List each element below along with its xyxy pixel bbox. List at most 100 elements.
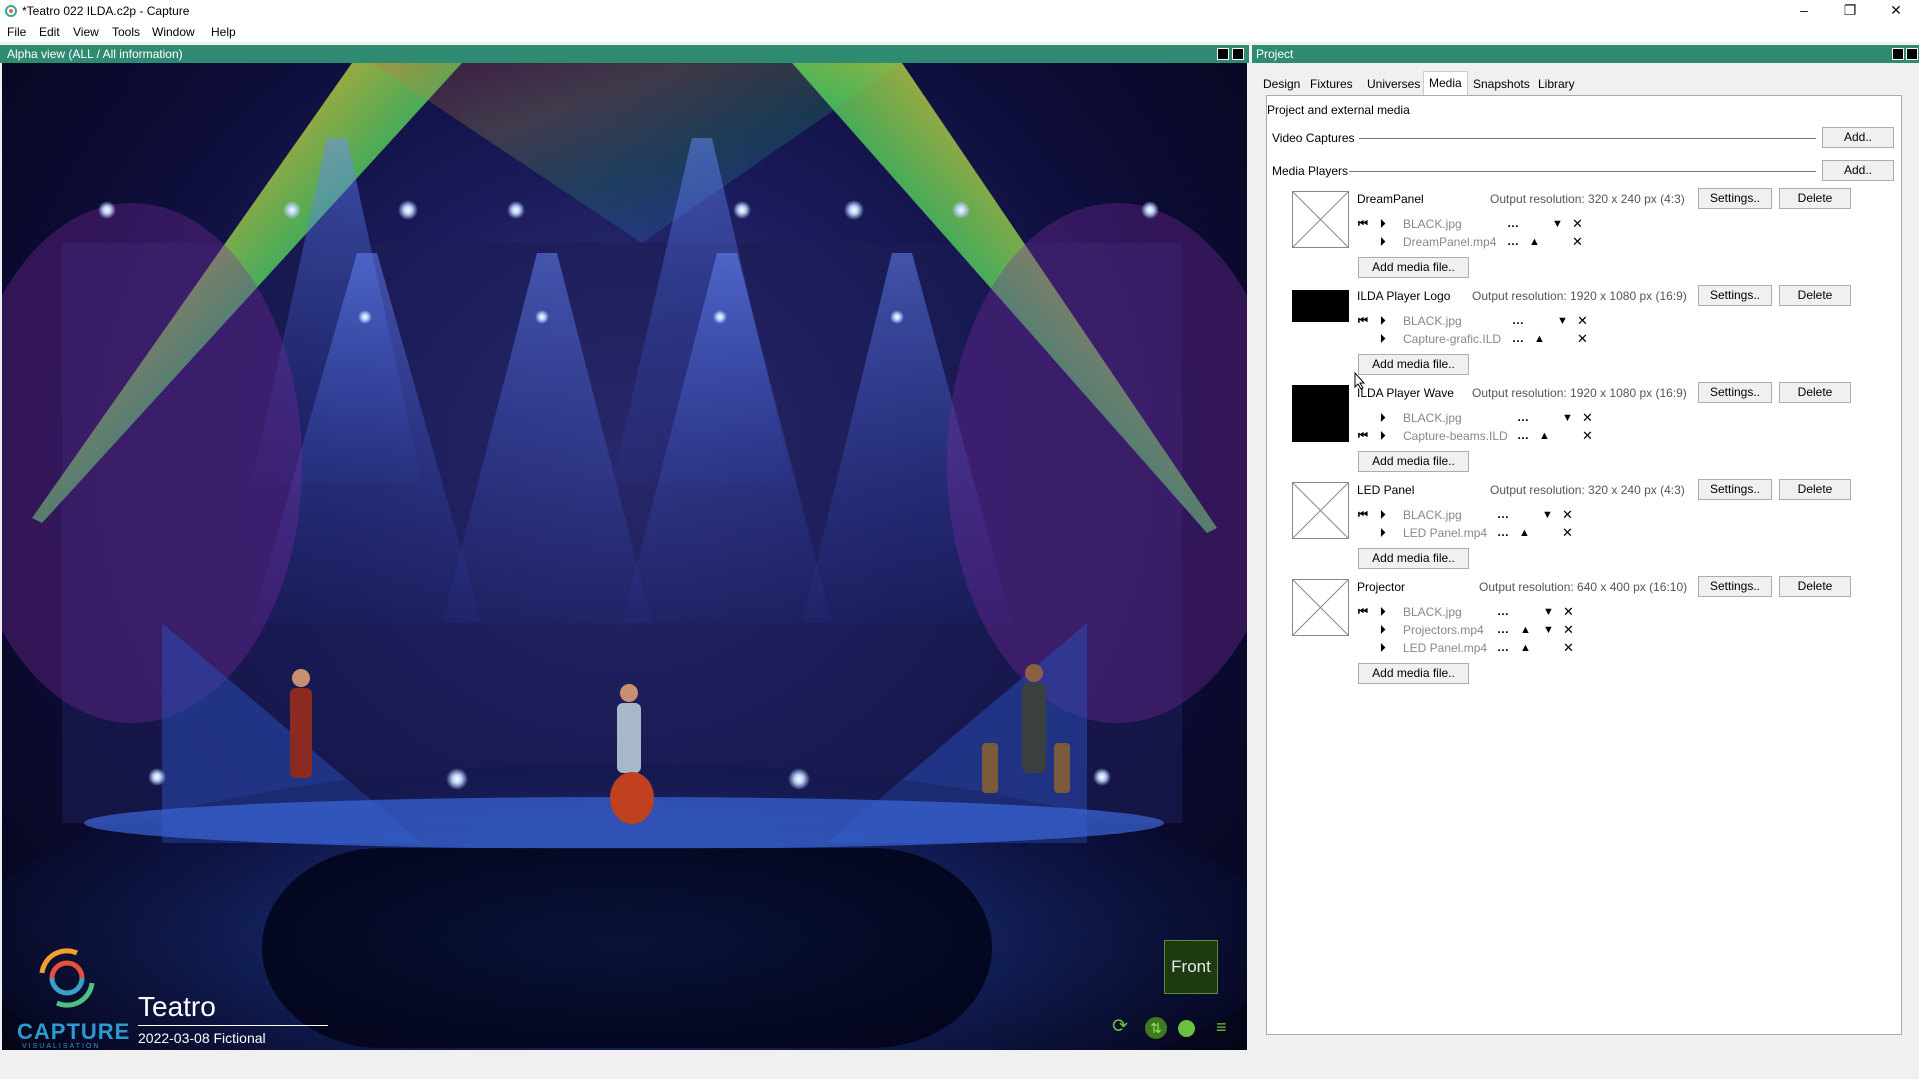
capture-logo-subtext: VISUALISATION	[22, 1043, 101, 1050]
move-down-icon[interactable]: ▼	[1557, 315, 1568, 327]
add-media-file-button[interactable]: Add media file..	[1358, 548, 1469, 569]
move-down-icon[interactable]: ▼	[1552, 218, 1563, 230]
tab-snapshots[interactable]: Snapshots	[1468, 73, 1535, 95]
browse-icon[interactable]: …	[1507, 235, 1519, 247]
player-resolution: Output resolution: 640 x 400 px (16:10)	[1479, 580, 1688, 594]
menu-icon[interactable]: ≡	[1216, 1017, 1227, 1037]
rewind-icon[interactable]: ⏮	[1358, 430, 1368, 442]
menu-window[interactable]: Window	[152, 25, 195, 39]
move-up-icon[interactable]: ▲	[1520, 624, 1531, 636]
minimize-button[interactable]: –	[1781, 0, 1827, 22]
move-up-icon[interactable]: ▲	[1519, 527, 1530, 539]
play-icon[interactable]: ⏵	[1380, 642, 1386, 654]
tab-design[interactable]: Design	[1258, 73, 1305, 95]
tab-media[interactable]: Media	[1423, 71, 1468, 95]
player-delete-button[interactable]: Delete	[1779, 285, 1851, 306]
window-title: *Teatro 022 ILDA.c2p - Capture	[22, 4, 190, 18]
remove-file-icon[interactable]: ✕	[1582, 429, 1593, 442]
add-video-capture-button[interactable]: Add..	[1822, 127, 1894, 148]
move-down-icon[interactable]: ▼	[1543, 606, 1554, 618]
play-icon[interactable]: ⏵	[1380, 606, 1386, 618]
close-button[interactable]: ✕	[1873, 0, 1919, 22]
player-settings-button[interactable]: Settings..	[1698, 188, 1772, 209]
browse-icon[interactable]: …	[1497, 526, 1509, 538]
player-settings-button[interactable]: Settings..	[1698, 576, 1772, 597]
add-media-file-button[interactable]: Add media file..	[1358, 354, 1469, 375]
browse-icon[interactable]: …	[1497, 605, 1509, 617]
tab-library[interactable]: Library	[1533, 73, 1580, 95]
view-front-button[interactable]: Front	[1164, 940, 1218, 994]
player-delete-button[interactable]: Delete	[1779, 576, 1851, 597]
player-settings-button[interactable]: Settings..	[1698, 479, 1772, 500]
maximize-panel-button[interactable]	[1232, 48, 1244, 60]
remove-file-icon[interactable]: ✕	[1582, 411, 1593, 424]
tab-universes[interactable]: Universes	[1362, 73, 1425, 95]
move-down-icon[interactable]: ▼	[1562, 412, 1573, 424]
remove-file-icon[interactable]: ✕	[1562, 508, 1573, 521]
play-icon[interactable]: ⏵	[1380, 218, 1386, 230]
move-up-icon[interactable]: ▲	[1520, 642, 1531, 654]
play-icon[interactable]: ⏵	[1380, 315, 1386, 327]
browse-icon[interactable]: …	[1507, 217, 1519, 229]
remove-file-icon[interactable]: ✕	[1577, 314, 1588, 327]
browse-icon[interactable]: …	[1497, 508, 1509, 520]
player-delete-button[interactable]: Delete	[1779, 479, 1851, 500]
project-header: Project	[1252, 45, 1919, 63]
rewind-icon[interactable]: ⏮	[1358, 606, 1368, 618]
play-icon[interactable]: ⏵	[1380, 624, 1386, 636]
tab-fixtures[interactable]: Fixtures	[1305, 73, 1358, 95]
add-media-file-button[interactable]: Add media file..	[1358, 451, 1469, 472]
remove-file-icon[interactable]: ✕	[1572, 217, 1583, 230]
add-media-file-button[interactable]: Add media file..	[1358, 663, 1469, 684]
browse-icon[interactable]: …	[1512, 332, 1524, 344]
float-project-button[interactable]	[1892, 48, 1904, 60]
remove-file-icon[interactable]: ✕	[1577, 332, 1588, 345]
play-icon[interactable]: ⏵	[1380, 509, 1386, 521]
alpha-view-header: Alpha view (ALL / All information)	[0, 45, 1249, 63]
browse-icon[interactable]: …	[1497, 641, 1509, 653]
menu-edit[interactable]: Edit	[39, 25, 60, 39]
play-icon[interactable]: ⏵	[1380, 236, 1386, 248]
remove-file-icon[interactable]: ✕	[1572, 235, 1583, 248]
player-settings-button[interactable]: Settings..	[1698, 285, 1772, 306]
remove-file-icon[interactable]: ✕	[1562, 526, 1573, 539]
player-name: Projector	[1357, 580, 1406, 594]
move-up-icon[interactable]: ▲	[1534, 333, 1545, 345]
menu-view[interactable]: View	[73, 25, 99, 39]
float-panel-button[interactable]	[1217, 48, 1229, 60]
menu-help[interactable]: Help	[211, 25, 236, 39]
remove-file-icon[interactable]: ✕	[1563, 605, 1574, 618]
player-resolution: Output resolution: 320 x 240 px (4:3)	[1490, 483, 1685, 497]
browse-icon[interactable]: …	[1512, 314, 1524, 326]
player-settings-button[interactable]: Settings..	[1698, 382, 1772, 403]
media-file: Capture-beams.ILD	[1403, 429, 1508, 443]
maximize-project-button[interactable]	[1906, 48, 1918, 60]
pan-icon[interactable]: ⇅	[1145, 1017, 1167, 1039]
move-down-icon[interactable]: ▼	[1543, 624, 1554, 636]
add-media-player-button[interactable]: Add..	[1822, 160, 1894, 181]
browse-icon[interactable]: …	[1497, 623, 1509, 635]
play-icon[interactable]: ⏵	[1380, 527, 1386, 539]
rotate-icon[interactable]: ⟳	[1112, 1017, 1134, 1039]
add-media-file-button[interactable]: Add media file..	[1358, 257, 1469, 278]
play-icon[interactable]: ⏵	[1380, 412, 1386, 424]
rewind-icon[interactable]: ⏮	[1358, 218, 1368, 230]
player-delete-button[interactable]: Delete	[1779, 188, 1851, 209]
3d-viewport[interactable]: CAPTURE VISUALISATION Teatro 2022-03-08 …	[2, 63, 1247, 1050]
rewind-icon[interactable]: ⏮	[1358, 315, 1368, 327]
play-icon[interactable]: ⏵	[1380, 333, 1386, 345]
move-down-icon[interactable]: ▼	[1542, 509, 1553, 521]
browse-icon[interactable]: …	[1517, 429, 1529, 441]
move-up-icon[interactable]: ▲	[1529, 236, 1540, 248]
browse-icon[interactable]: …	[1517, 411, 1529, 423]
move-up-icon[interactable]: ▲	[1539, 430, 1550, 442]
menu-tools[interactable]: Tools	[112, 25, 140, 39]
rewind-icon[interactable]: ⏮	[1358, 509, 1368, 521]
player-delete-button[interactable]: Delete	[1779, 382, 1851, 403]
remove-file-icon[interactable]: ✕	[1563, 623, 1574, 636]
play-icon[interactable]: ⏵	[1380, 430, 1386, 442]
maximize-button[interactable]: ❐	[1827, 0, 1873, 22]
remove-file-icon[interactable]: ✕	[1563, 641, 1574, 654]
menu-file[interactable]: File	[7, 25, 26, 39]
record-icon[interactable]	[1178, 1020, 1195, 1037]
